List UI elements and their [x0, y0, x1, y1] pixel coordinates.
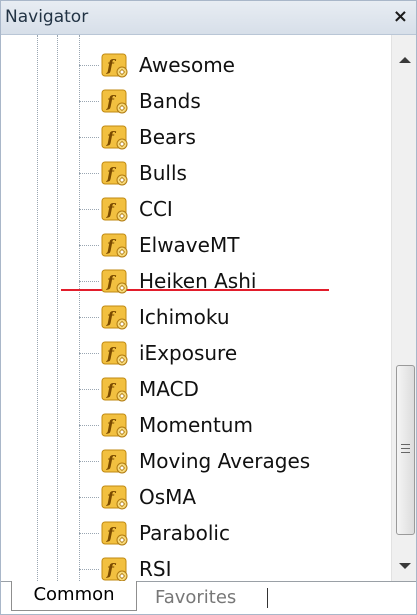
tree-item-bears[interactable]: f Bears: [1, 119, 391, 155]
scroll-up-arrow-icon[interactable]: [392, 47, 417, 73]
tree-item-label: Bands: [139, 89, 201, 113]
tree-item-label: Parabolic: [139, 521, 230, 545]
tree-item-label: Moving Averages: [139, 449, 311, 473]
indicator-f-icon: f: [101, 53, 128, 78]
indicator-f-icon: f: [101, 269, 128, 294]
thumb-grip: [401, 452, 410, 453]
tree-connector: [79, 353, 99, 354]
indicator-f-icon: f: [101, 485, 128, 510]
navigator-titlebar: Navigator ×: [1, 1, 416, 35]
scrollbar-thumb[interactable]: [396, 365, 415, 535]
tree-item-label: Awesome: [139, 53, 235, 77]
indicator-f-icon: f: [101, 197, 128, 222]
indicator-f-icon: f: [101, 89, 128, 114]
tree-item-iexposure[interactable]: f iExposure: [1, 335, 391, 371]
tree-connector: [79, 209, 99, 210]
indicator-f-icon: f: [101, 161, 128, 186]
indicator-f-icon: f: [101, 557, 128, 581]
tree-item-label: Momentum: [139, 413, 253, 437]
tree-item-label: iExposure: [139, 341, 238, 365]
tab-common[interactable]: Common: [11, 581, 137, 611]
tree-item-label: CCI: [139, 197, 173, 221]
tab-separator: [267, 588, 268, 608]
tree-connector: [79, 389, 99, 390]
tree-connector: [79, 137, 99, 138]
thumb-grip: [401, 448, 410, 449]
tree-connector: [79, 173, 99, 174]
vertical-scrollbar[interactable]: [391, 35, 417, 581]
tree-item-moving-averages[interactable]: f Moving Averages: [1, 443, 391, 479]
tab-favorites[interactable]: Favorites: [155, 584, 236, 612]
indicator-tree[interactable]: f Awesome f Bands f Bears f Bulls f CCI …: [1, 35, 391, 581]
close-button[interactable]: ×: [393, 7, 408, 27]
panel-title: Navigator: [5, 7, 89, 27]
tree-connector: [79, 533, 99, 534]
tree-connector: [79, 65, 99, 66]
tree-connector: [79, 461, 99, 462]
indicator-f-icon: f: [101, 305, 128, 330]
indicator-f-icon: f: [101, 377, 128, 402]
tree-item-label: Ichimoku: [139, 305, 230, 329]
scroll-down-arrow-icon[interactable]: [392, 553, 417, 579]
tree-connector: [79, 317, 99, 318]
tree-item-label: OsMA: [139, 485, 197, 509]
tree-item-bulls[interactable]: f Bulls: [1, 155, 391, 191]
tree-connector: [79, 245, 99, 246]
tree-connector: [79, 425, 99, 426]
tree-item-label: ElwaveMT: [139, 233, 240, 257]
tree-item-heiken-ashi[interactable]: f Heiken Ashi: [1, 263, 391, 299]
tree-item-momentum[interactable]: f Momentum: [1, 407, 391, 443]
tree-connector: [79, 497, 99, 498]
navigator-panel: Navigator × f Awesome f Bands f Bears f …: [0, 0, 417, 615]
tree-item-parabolic[interactable]: f Parabolic: [1, 515, 391, 551]
tree-item-label: Bears: [139, 125, 196, 149]
tree-item-label: Bulls: [139, 161, 187, 185]
indicator-f-icon: f: [101, 449, 128, 474]
tree-connector: [79, 281, 99, 282]
navigator-tabs: Common Favorites: [1, 581, 416, 614]
tree-item-label: MACD: [139, 377, 199, 401]
tree-item-rsi[interactable]: f RSI: [1, 551, 391, 581]
thumb-grip: [401, 444, 410, 445]
tree-item-bands[interactable]: f Bands: [1, 83, 391, 119]
tree-item-awesome[interactable]: f Awesome: [1, 47, 391, 83]
indicator-f-icon: f: [101, 125, 128, 150]
indicator-f-icon: f: [101, 413, 128, 438]
tree-connector: [79, 569, 99, 570]
tree-item-ichimoku[interactable]: f Ichimoku: [1, 299, 391, 335]
tree-item-elwavemt[interactable]: f ElwaveMT: [1, 227, 391, 263]
tree-item-label: Heiken Ashi: [139, 269, 257, 293]
tree-item-cci[interactable]: f CCI: [1, 191, 391, 227]
tree-item-osma[interactable]: f OsMA: [1, 479, 391, 515]
tree-item-label: RSI: [139, 557, 172, 581]
tree-connector: [79, 101, 99, 102]
tree-item-macd[interactable]: f MACD: [1, 371, 391, 407]
indicator-f-icon: f: [101, 521, 128, 546]
indicator-f-icon: f: [101, 341, 128, 366]
indicator-f-icon: f: [101, 233, 128, 258]
